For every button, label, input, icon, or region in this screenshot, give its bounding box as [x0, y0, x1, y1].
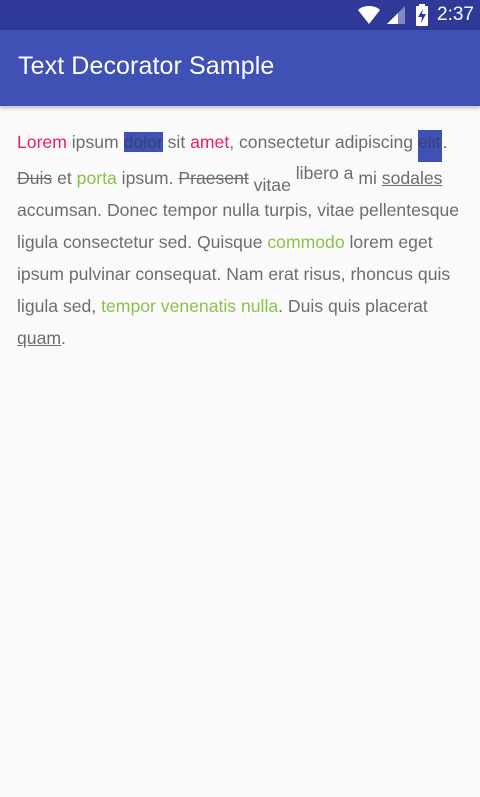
text-segment-superscript: libero a — [290, 163, 354, 183]
text-segment: ipsum — [66, 132, 124, 152]
app-bar: Text Decorator Sample — [0, 30, 480, 106]
wifi-icon — [358, 6, 381, 24]
text-segment: . Duis quis placerat — [278, 296, 428, 316]
text-segment: . — [61, 328, 66, 348]
text-segment-lime: porta — [76, 168, 117, 188]
text-segment-underline: sodales — [381, 168, 443, 188]
text-segment-subscript: vitae — [248, 175, 291, 195]
text-segment-pink: Lorem — [17, 132, 67, 152]
text-segment: mi — [353, 168, 382, 188]
app-title: Text Decorator Sample — [18, 52, 275, 80]
status-icons: 2:37 — [357, 0, 480, 30]
cell-signal-icon — [387, 6, 406, 24]
text-segment-underline: quam — [17, 328, 62, 348]
text-segment-highlight: dolor — [123, 132, 163, 152]
text-segment: , consectetur adipiscing — [229, 132, 418, 152]
text-segment-pink: amet — [190, 132, 230, 152]
text-segment-highlight: elit — [417, 130, 443, 162]
text-segment-lime: commodo — [267, 232, 345, 252]
text-segment-strikethrough: Duis — [17, 168, 53, 188]
decorated-text: Lorem ipsum dolor sit amet, consectetur … — [17, 126, 463, 354]
text-segment: sit — [162, 132, 191, 152]
status-time: 2:37 — [437, 4, 474, 25]
text-segment: . — [442, 132, 448, 152]
text-segment-lime: tempor venenatis nulla — [101, 296, 279, 316]
text-segment-strikethrough: Praesent — [178, 168, 249, 188]
battery-charging-icon — [416, 4, 429, 26]
status-bar: 2:37 — [0, 0, 480, 30]
text-segment: et — [52, 168, 77, 188]
text-segment: ipsum. — [116, 168, 179, 188]
